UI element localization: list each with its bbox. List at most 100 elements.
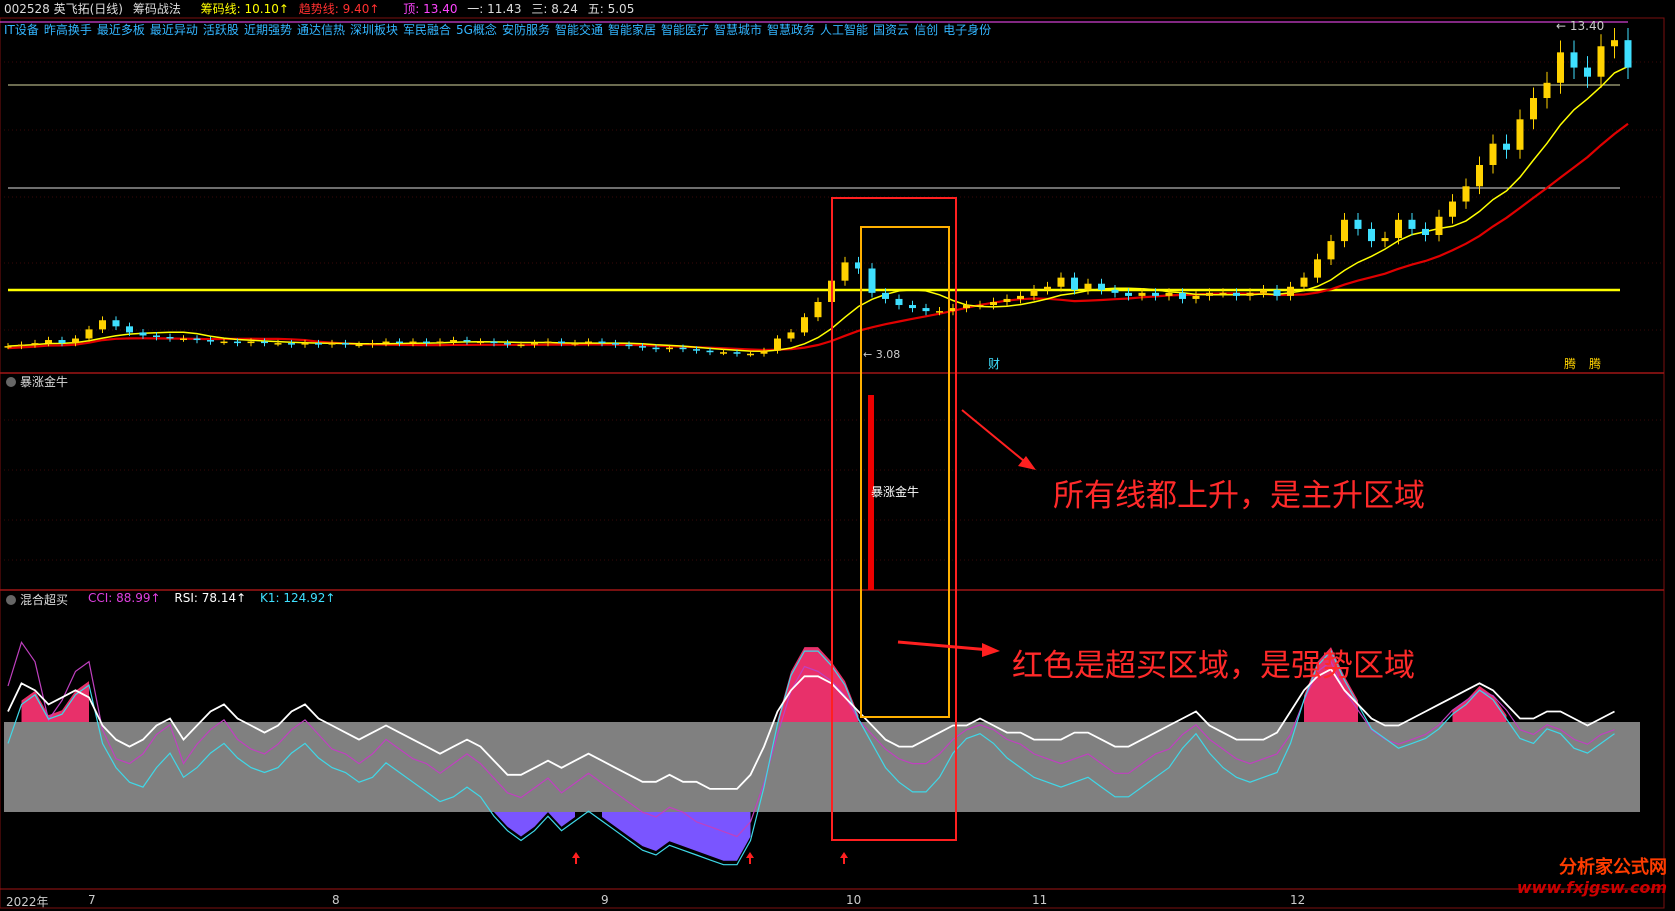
annotation-arrow	[897, 640, 991, 652]
candle-body	[1098, 283, 1105, 290]
candle-body	[1179, 292, 1186, 299]
candle-body	[571, 343, 579, 345]
date-label: 9	[601, 893, 609, 907]
candle-body	[1395, 219, 1402, 239]
candle-body	[558, 341, 565, 344]
stock-chart[interactable]: ← 13.40 ← 3.08 财 腾腾暴涨金牛	[0, 0, 1675, 911]
candle-body	[598, 341, 606, 344]
candle-body	[1381, 238, 1389, 242]
candle-body	[1071, 277, 1078, 290]
candle-body	[1543, 82, 1551, 99]
candle-body	[31, 343, 39, 345]
surge-label: 暴涨金牛	[871, 484, 919, 499]
price-low-label: ← 3.08	[863, 348, 900, 361]
candle-body	[1449, 201, 1456, 217]
candle-body	[261, 341, 268, 344]
candle-body	[909, 305, 916, 309]
candle-body	[1003, 298, 1011, 302]
candle-body	[301, 343, 309, 345]
candle-body	[1435, 216, 1443, 236]
candle-body	[1084, 283, 1092, 290]
candle-body	[733, 352, 741, 354]
watermark-url: www.fxjgsw.com	[1516, 878, 1667, 897]
candle-body	[1314, 259, 1321, 278]
candle-body	[747, 353, 754, 356]
candle-body	[882, 292, 889, 299]
candle-body	[1408, 219, 1416, 229]
candle-body	[801, 317, 808, 333]
candle-body	[990, 301, 997, 306]
candle-body	[85, 329, 93, 339]
candle-body	[99, 320, 106, 330]
candle-body	[1341, 219, 1348, 242]
candle-body	[1611, 40, 1618, 47]
candle-body	[463, 340, 471, 342]
candle-body	[1030, 289, 1038, 296]
candle-body	[1530, 98, 1537, 120]
watermark-title: 分析家公式网	[1559, 857, 1667, 878]
badge-cai: 财	[988, 357, 1000, 371]
date-label: 8	[332, 893, 340, 907]
candle-body	[153, 335, 160, 337]
candle-body	[1584, 67, 1591, 77]
candle-body	[72, 338, 79, 344]
candle-body	[396, 341, 403, 344]
candle-body	[193, 338, 201, 341]
candle-body	[4, 346, 12, 348]
date-label: 7	[88, 893, 96, 907]
date-label: 11	[1032, 893, 1048, 907]
candle-body	[976, 305, 984, 307]
candle-body	[531, 343, 538, 345]
candle-body	[1152, 292, 1159, 296]
buy-arrow-icon	[746, 852, 754, 864]
overbought-fill	[777, 647, 859, 722]
watermark: 分析家公式网 www.fxjgsw.com	[1517, 858, 1667, 898]
candle-body	[774, 338, 781, 351]
candle-body	[922, 308, 930, 312]
candle-body	[1557, 52, 1564, 83]
candle-body	[693, 349, 700, 351]
candle-body	[612, 343, 619, 345]
candle-body	[45, 340, 52, 344]
candle-body	[126, 326, 133, 333]
date-label: 12	[1290, 893, 1306, 907]
candle-body	[706, 350, 714, 353]
candle-body	[1138, 292, 1146, 296]
candle-body	[207, 340, 214, 342]
candle-body	[1327, 241, 1335, 260]
candle-body	[936, 311, 943, 313]
annotation-main-rise: 所有线都上升，是主升区域	[1053, 478, 1425, 514]
candle-body	[1287, 286, 1294, 296]
candle-body	[544, 341, 552, 344]
candle-body	[1260, 289, 1267, 293]
candle-body	[409, 341, 417, 344]
candle-body	[247, 341, 255, 344]
candle-body	[477, 341, 484, 344]
candle-body	[895, 298, 903, 306]
buy-arrow-icon	[840, 852, 848, 864]
candle-body	[1354, 219, 1362, 229]
candle-body	[112, 320, 120, 327]
candle-body	[679, 347, 687, 350]
candle-body	[720, 352, 727, 354]
candle-body	[1462, 186, 1470, 202]
candle-body	[787, 332, 795, 339]
candle-body	[1624, 40, 1632, 68]
candle-body	[1125, 292, 1132, 296]
badge-x1: 腾	[1564, 356, 1576, 371]
date-label: 2022年	[6, 895, 49, 909]
candle-body	[1044, 286, 1051, 290]
candle-body	[18, 344, 25, 347]
annotation-arrow	[961, 409, 1031, 467]
candle-body	[1597, 46, 1605, 77]
candle-body	[342, 343, 349, 345]
candle-body	[1489, 143, 1497, 165]
candle-body	[369, 343, 376, 345]
candle-body	[315, 343, 322, 345]
candle-body	[450, 340, 457, 342]
annotation-overbought: 红色是超买区域，是强势区域	[1012, 648, 1415, 684]
date-label: 10	[846, 893, 862, 907]
candle-body	[1057, 277, 1065, 287]
candle-body	[58, 340, 66, 344]
candle-body	[1300, 277, 1308, 287]
